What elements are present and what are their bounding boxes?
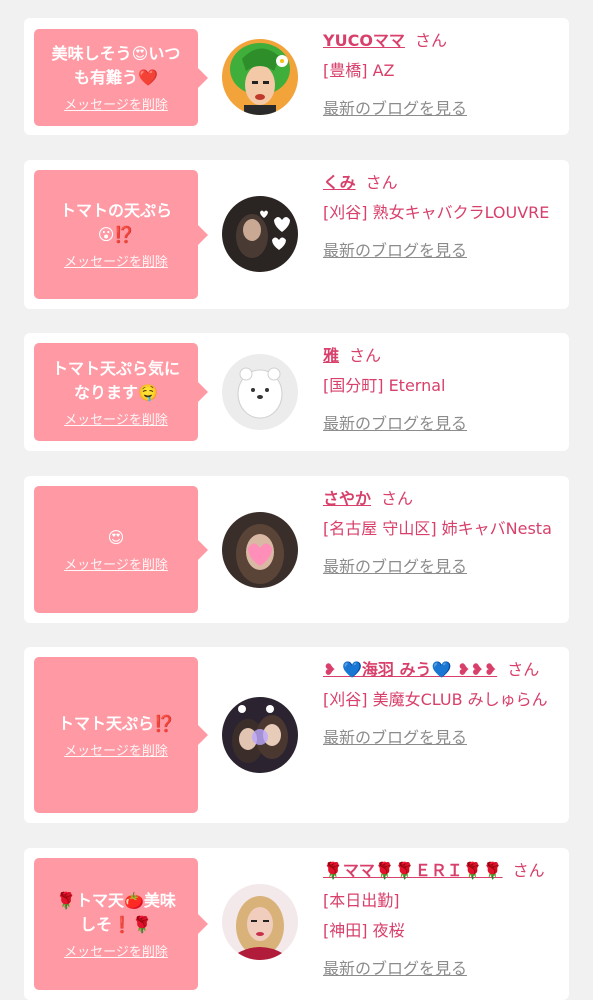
message-card: トマトの天ぷら 😮⁉️ メッセージを削除 くみ さん [刈谷] 熟女キャバクラLO… bbox=[24, 160, 569, 309]
avatar[interactable] bbox=[222, 196, 298, 272]
honorific: さん bbox=[507, 660, 540, 679]
message-card: トマト天ぷら⁉️ メッセージを削除 ❥ 💙海羽 みう💙 ❥❥❥ さん [刈谷] 美… bbox=[24, 647, 569, 823]
user-name-link[interactable]: さやか bbox=[323, 489, 371, 508]
delete-message-link[interactable]: メッセージを削除 bbox=[64, 409, 168, 428]
avatar[interactable] bbox=[222, 697, 298, 773]
latest-blog-link[interactable]: 最新のブログを見る bbox=[323, 556, 559, 578]
delete-message-link[interactable]: メッセージを削除 bbox=[64, 94, 168, 113]
shop-link[interactable]: [神田] 夜桜 bbox=[323, 916, 559, 946]
message-bubble: 🌹トマ天🍅美味 しそ❗️🌹 メッセージを削除 bbox=[34, 858, 208, 990]
message-bubble: トマトの天ぷら 😮⁉️ メッセージを削除 bbox=[34, 170, 208, 299]
user-info: くみ さん [刈谷] 熟女キャバクラLOUVRE 最新のブログを見る bbox=[323, 168, 559, 262]
honorific: さん bbox=[381, 489, 414, 508]
shop-link[interactable]: [刈谷] 熟女キャバクラLOUVRE bbox=[323, 198, 559, 228]
user-info: さやか さん [名古屋 守山区] 姉キャバNesta 最新のブログを見る bbox=[323, 484, 559, 578]
message-text: トマト天ぷら気に なります🤤 bbox=[51, 358, 180, 402]
latest-blog-link[interactable]: 最新のブログを見る bbox=[323, 413, 559, 435]
user-name-link[interactable]: くみ bbox=[323, 173, 356, 192]
honorific: さん bbox=[349, 346, 382, 365]
shop-link[interactable]: [国分町] Eternal bbox=[323, 371, 559, 401]
user-info: 🌹ママ🌹🌹ＥＲＩ🌹🌹 さん[本日出勤] [神田] 夜桜 最新のブログを見る bbox=[323, 856, 559, 980]
message-card: 美味しそう😍いつ も有難う❤️ メッセージを削除 YUCOママ さん [豊橋] A… bbox=[24, 18, 569, 135]
avatar[interactable] bbox=[222, 39, 298, 115]
message-text: 美味しそう😍いつ も有難う❤️ bbox=[51, 44, 181, 87]
latest-blog-link[interactable]: 最新のブログを見る bbox=[323, 98, 559, 120]
delete-message-link[interactable]: メッセージを削除 bbox=[64, 554, 168, 573]
shop-link[interactable]: [名古屋 守山区] 姉キャバNesta bbox=[323, 514, 559, 544]
message-text: トマト天ぷら⁉️ bbox=[58, 713, 174, 733]
message-card: 🌹トマ天🍅美味 しそ❗️🌹 メッセージを削除 🌹ママ🌹🌹ＥＲＩ🌹🌹 さん[本日出勤… bbox=[24, 848, 569, 1000]
user-name-link[interactable]: ❥ 💙海羽 みう💙 ❥❥❥ bbox=[323, 660, 497, 679]
honorific: さん bbox=[414, 31, 447, 50]
message-bubble: トマト天ぷら⁉️ メッセージを削除 bbox=[34, 657, 208, 813]
user-info: YUCOママ さん [豊橋] AZ 最新のブログを見る bbox=[323, 26, 559, 120]
delete-message-link[interactable]: メッセージを削除 bbox=[64, 941, 168, 960]
message-text: 🌹トマ天🍅美味 しそ❗️🌹 bbox=[56, 890, 176, 934]
avatar[interactable] bbox=[222, 354, 298, 430]
shop-link[interactable]: [豊橋] AZ bbox=[323, 56, 559, 86]
honorific: さん bbox=[365, 173, 398, 192]
message-text: 😍 bbox=[107, 528, 125, 547]
message-card: 😍 メッセージを削除 さやか さん [名古屋 守山区] 姉キャバNesta 最新の… bbox=[24, 476, 569, 623]
avatar[interactable] bbox=[222, 512, 298, 588]
latest-blog-link[interactable]: 最新のブログを見る bbox=[323, 727, 559, 749]
user-info: 雅さん [国分町] Eternal 最新のブログを見る bbox=[323, 341, 559, 435]
message-card: トマト天ぷら気に なります🤤 メッセージを削除 雅さん [国分町] Eterna… bbox=[24, 333, 569, 451]
message-bubble: 😍 メッセージを削除 bbox=[34, 486, 208, 613]
latest-blog-link[interactable]: 最新のブログを見る bbox=[323, 958, 559, 980]
message-bubble: トマト天ぷら気に なります🤤 メッセージを削除 bbox=[34, 343, 208, 441]
message-text: トマトの天ぷら 😮⁉️ bbox=[59, 201, 172, 244]
avatar[interactable] bbox=[222, 884, 298, 960]
user-info: ❥ 💙海羽 みう💙 ❥❥❥ さん [刈谷] 美魔女CLUB みしゅらん 最新のブロ… bbox=[323, 655, 559, 749]
shop-link[interactable]: [刈谷] 美魔女CLUB みしゅらん bbox=[323, 685, 559, 715]
message-bubble: 美味しそう😍いつ も有難う❤️ メッセージを削除 bbox=[34, 29, 208, 126]
user-name-link[interactable]: YUCOママ bbox=[323, 31, 405, 50]
user-name-link[interactable]: 雅 bbox=[323, 346, 339, 365]
user-name-link[interactable]: 🌹ママ🌹🌹ＥＲＩ🌹🌹 bbox=[323, 861, 503, 880]
latest-blog-link[interactable]: 最新のブログを見る bbox=[323, 240, 559, 262]
delete-message-link[interactable]: メッセージを削除 bbox=[64, 740, 168, 759]
delete-message-link[interactable]: メッセージを削除 bbox=[64, 251, 168, 270]
